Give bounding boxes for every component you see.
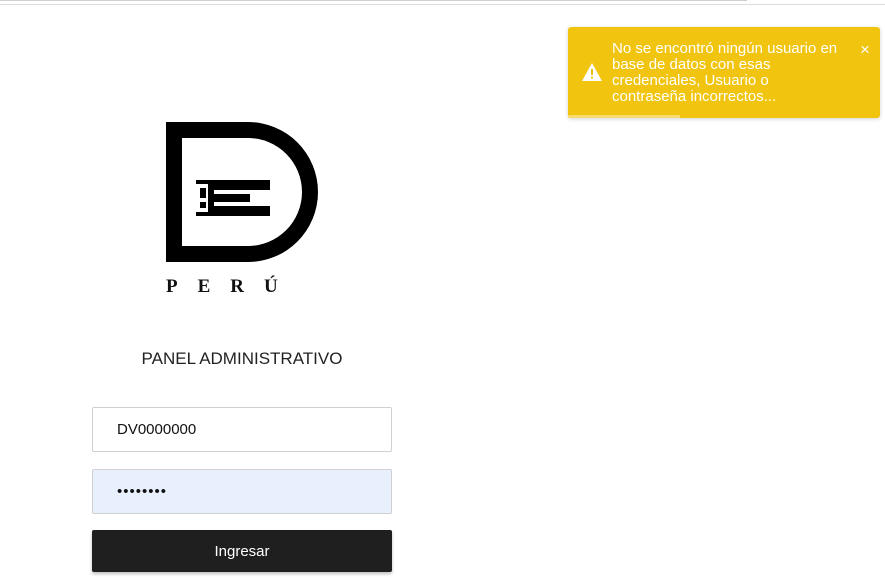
login-button[interactable]: Ingresar — [92, 530, 392, 572]
login-page: PERÚ PANEL ADMINISTRATIVO Ingresar No se… — [0, 0, 885, 587]
toast-message: No se encontró ningún usuario en base de… — [612, 40, 838, 105]
brand-logo — [166, 122, 318, 262]
toast-progress-bar — [568, 115, 680, 118]
username-field[interactable] — [92, 407, 392, 452]
top-divider-left — [0, 0, 747, 1]
page-title: PANEL ADMINISTRATIVO — [141, 349, 343, 368]
close-icon[interactable]: × — [857, 40, 873, 60]
warning-icon — [582, 63, 602, 81]
error-toast: No se encontró ningún usuario en base de… — [568, 27, 880, 118]
password-field[interactable] — [92, 469, 392, 514]
logo-caption: PERÚ — [166, 276, 298, 297]
top-divider — [0, 4, 885, 5]
